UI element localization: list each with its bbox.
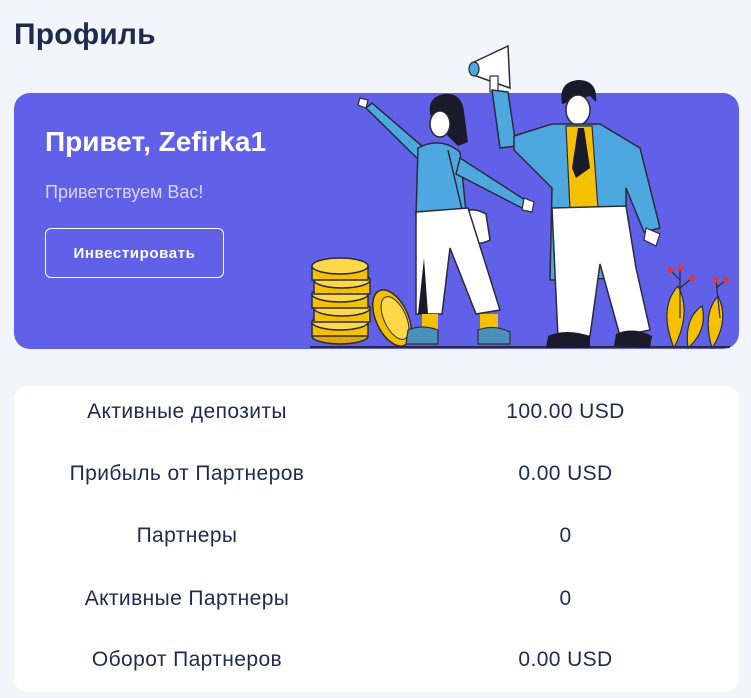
stat-value: 0.00 USD (518, 648, 613, 671)
stat-row-active-partners: Активные Партнеры 0 (14, 579, 739, 619)
stat-label: Прибыль от Партнеров (69, 462, 305, 485)
plant-icon (666, 265, 729, 349)
stat-label: Активные депозиты (87, 400, 287, 423)
stat-value: 0 (559, 524, 572, 547)
welcome-subtitle: Приветствуем Вас! (45, 182, 204, 202)
stat-value: 0.00 USD (518, 462, 613, 485)
coin-stack-icon (311, 257, 413, 347)
stat-row-active-deposits: Активные депозиты 100.00 USD (14, 392, 739, 432)
stat-label: Оборот Партнеров (91, 648, 283, 671)
promo-illustration (310, 44, 730, 349)
stat-label: Активные Партнеры (84, 587, 290, 610)
stat-value: 0 (559, 587, 572, 610)
invest-button[interactable]: Инвестировать (45, 228, 224, 278)
welcome-banner: Привет, Zefirka1 Приветствуем Вас! Инвес… (14, 44, 739, 349)
stat-row-partner-turnover: Оборот Партнеров 0.00 USD (14, 640, 739, 680)
page-title: Профиль (14, 18, 156, 51)
stats-panel: Активные депозиты 100.00 USD Прибыль от … (14, 386, 739, 692)
stat-value: 100.00 USD (506, 400, 625, 423)
stat-row-partners: Партнеры 0 (14, 516, 739, 556)
greeting-text: Привет, Zefirka1 (45, 126, 267, 157)
stat-row-partner-profit: Прибыль от Партнеров 0.00 USD (14, 454, 739, 494)
stat-label: Партнеры (136, 524, 238, 547)
